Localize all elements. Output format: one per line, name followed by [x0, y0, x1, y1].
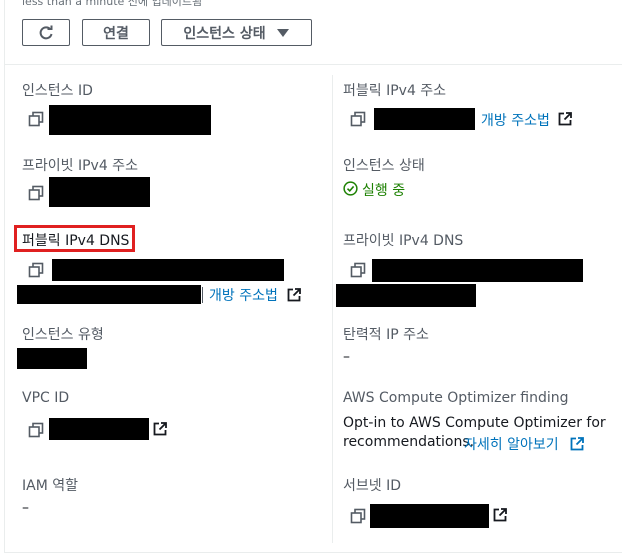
connect-button-label: 연결: [103, 25, 129, 42]
open-address-link-right[interactable]: 개방 주소법: [481, 110, 550, 130]
instance-state-dropdown-label: 인스턴스 상태: [183, 25, 266, 42]
iam-role-value: –: [22, 500, 29, 516]
refresh-icon: [39, 25, 53, 39]
iam-role-label: IAM 역할: [22, 478, 78, 494]
instance-state-value: 실행 중: [362, 183, 406, 199]
caret-down-icon: [276, 28, 289, 37]
learn-more-link[interactable]: 자세히 알아보기: [464, 434, 559, 454]
private-ipv4-dns-label: 프라이빗 IPv4 DNS: [343, 233, 464, 249]
refresh-button[interactable]: [22, 19, 70, 46]
redacted-instance-type: [17, 348, 87, 369]
connect-button[interactable]: 연결: [82, 19, 150, 46]
public-ipv4-label: 퍼블릭 IPv4 주소: [343, 83, 447, 99]
copy-icon[interactable]: [28, 111, 44, 127]
copy-icon[interactable]: [350, 262, 366, 278]
redacted-private-dns-line2: [336, 284, 476, 307]
copy-icon[interactable]: [28, 262, 44, 278]
redacted-private-dns-line1: [372, 259, 583, 282]
instance-type-label: 인스턴스 유형: [22, 327, 104, 343]
redacted-vpc-id: [49, 418, 149, 440]
instance-state-dropdown[interactable]: 인스턴스 상태: [161, 19, 312, 46]
text-separator: [202, 287, 203, 303]
redacted-public-dns-line1: [52, 259, 284, 281]
external-link-icon[interactable]: [570, 437, 584, 451]
column-divider: [332, 75, 333, 543]
external-link-icon[interactable]: [153, 422, 167, 436]
instance-state-label: 인스턴스 상태: [343, 158, 425, 174]
public-ipv4-dns-label: 퍼블릭 IPv4 DNS: [22, 233, 130, 249]
status-success-icon: [343, 181, 358, 196]
external-link-icon[interactable]: [493, 508, 507, 522]
instance-id-label: 인스턴스 ID: [22, 83, 93, 99]
copy-icon[interactable]: [28, 185, 44, 201]
copy-icon[interactable]: [28, 422, 44, 438]
details-panel: [4, 64, 622, 553]
subnet-id-label: 서브넷 ID: [343, 478, 401, 494]
redacted-public-dns-line2: [17, 285, 201, 304]
external-link-icon[interactable]: [558, 112, 572, 126]
compute-optimizer-label: AWS Compute Optimizer finding: [343, 390, 569, 406]
compute-optimizer-text: Opt-in to AWS Compute Optimizer for: [343, 415, 606, 431]
elastic-ip-label: 탄력적 IP 주소: [343, 327, 429, 343]
redacted-public-ipv4: [374, 108, 475, 130]
private-ipv4-label: 프라이빗 IPv4 주소: [22, 158, 138, 174]
elastic-ip-value: –: [343, 349, 350, 365]
compute-optimizer-text-2: recommendations.: [343, 434, 475, 450]
vpc-id-label: VPC ID: [22, 390, 70, 406]
redacted-instance-id: [49, 105, 211, 135]
external-link-icon[interactable]: [287, 288, 301, 302]
last-updated-text: less than a minute 전에 업데이트됨: [22, 0, 203, 8]
redacted-private-ipv4: [49, 177, 150, 207]
open-address-link-left[interactable]: 개방 주소법: [209, 285, 278, 305]
copy-icon[interactable]: [350, 508, 366, 524]
copy-icon[interactable]: [350, 111, 366, 127]
redacted-subnet-id: [370, 504, 489, 528]
